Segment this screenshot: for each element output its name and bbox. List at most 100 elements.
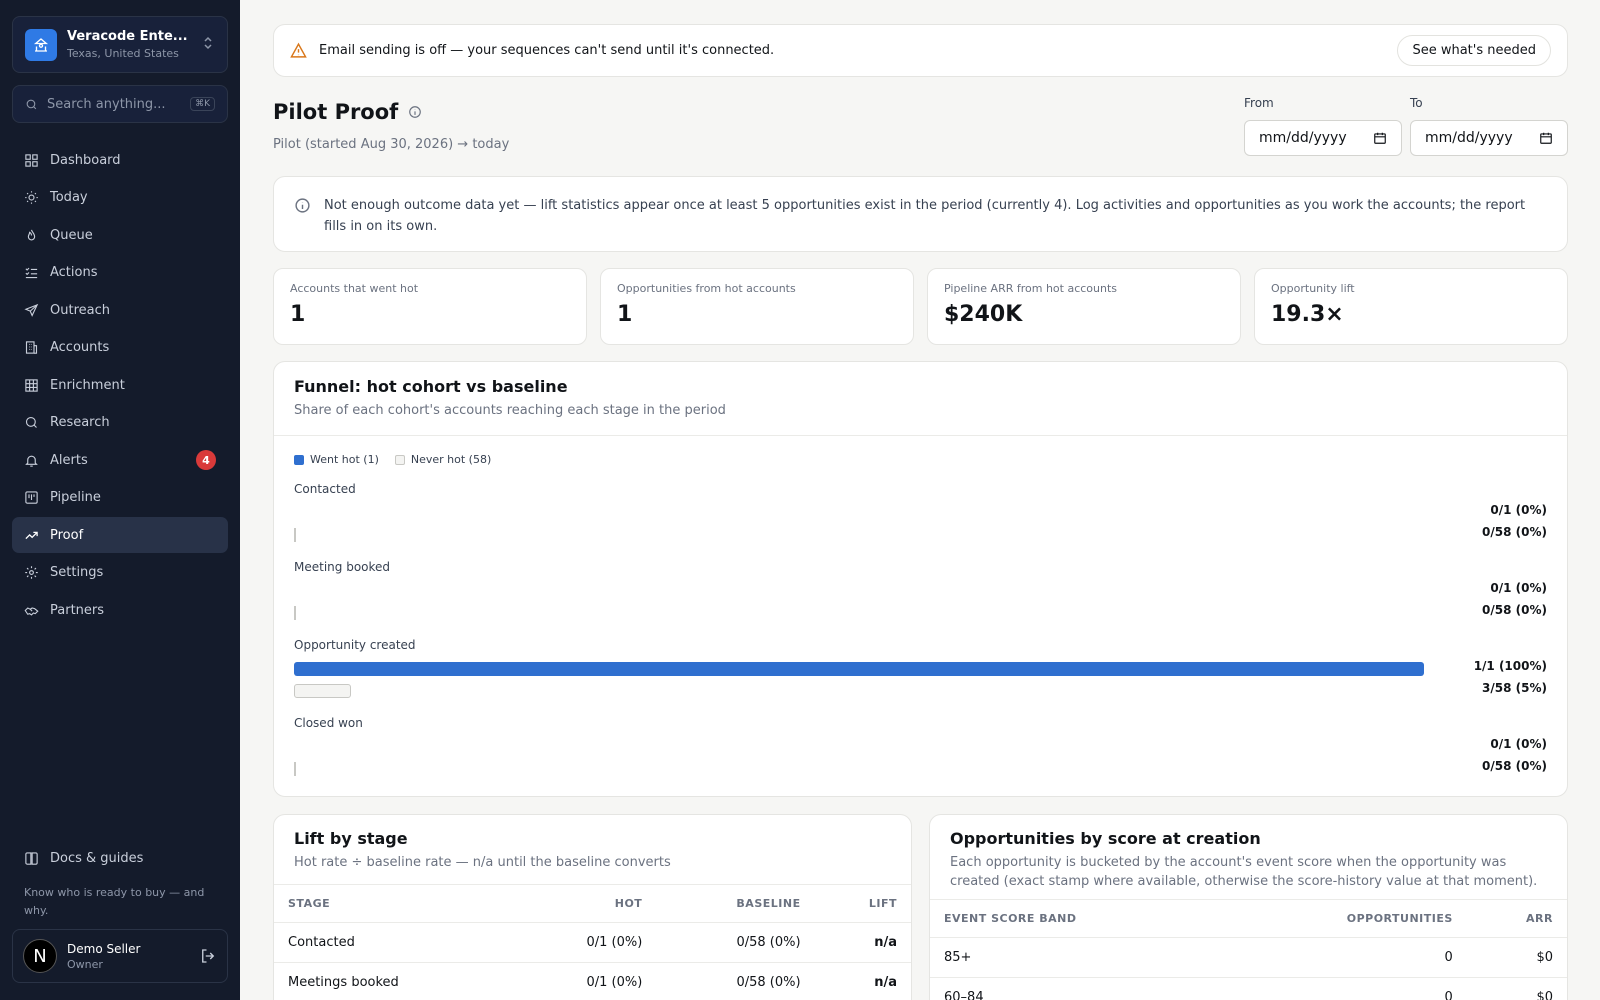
sidebar-item-outreach[interactable]: Outreach (12, 292, 228, 328)
search-placeholder: Search anything... (47, 96, 166, 112)
table-row: 60–84 0 $0 (930, 977, 1567, 1000)
funnel-bar-baseline-track (294, 528, 1424, 542)
info-icon (295, 198, 310, 213)
kpi-label: Opportunity lift (1271, 282, 1355, 295)
kanban-icon (25, 491, 38, 504)
from-label: From (1244, 96, 1274, 110)
table-cell: 60–84 (930, 977, 1223, 1000)
from-date-value: mm/dd/yyyy (1259, 130, 1347, 146)
column-header: STAGE (274, 885, 513, 923)
table-row: 85+ 0 $0 (930, 937, 1567, 978)
kpi-value: 19.3× (1271, 302, 1344, 327)
sidebar-item-queue[interactable]: Queue (12, 217, 228, 253)
column-header: EVENT SCORE BAND (930, 900, 1223, 938)
calendar-icon[interactable] (1373, 131, 1387, 145)
sidebar-item-label: Accounts (50, 340, 110, 355)
score-table: EVENT SCORE BAND OPPORTUNITIES ARR 85+ 0… (930, 900, 1567, 1000)
sidebar-item-accounts[interactable]: Accounts (12, 330, 228, 366)
kpi-card-opportunity-lift: Opportunity lift 19.3× (1254, 268, 1568, 345)
kpi-value: 1 (617, 302, 633, 327)
legend-baseline: Never hot (58) (394, 453, 492, 466)
sidebar-item-label: Pipeline (50, 490, 101, 505)
sidebar-item-label: Enrichment (50, 377, 125, 393)
funnel-hot-value: 0/1 (0%) (1490, 737, 1547, 751)
alerts-count-badge: 4 (196, 450, 216, 470)
search-input[interactable]: Search anything... ⌘K (12, 85, 228, 123)
sidebar-item-label: Proof (50, 527, 84, 543)
docs-guides-label: Docs & guides (50, 850, 144, 866)
lift-table: STAGE HOT BASELINE LIFT Contacted 0/1 (0… (274, 885, 911, 1000)
logout-icon[interactable] (199, 947, 217, 965)
table-cell: n/a (814, 962, 911, 1000)
info-icon[interactable] (408, 105, 422, 119)
org-location: Texas, United States (67, 47, 179, 60)
sidebar-item-proof[interactable]: Proof (12, 517, 228, 553)
user-role: Owner (67, 957, 103, 971)
sidebar-item-label: Queue (50, 227, 93, 243)
column-header: OPPORTUNITIES (1222, 900, 1467, 938)
kpi-card-accounts-hot: Accounts that went hot 1 (273, 268, 587, 345)
table-row: Contacted 0/1 (0%) 0/58 (0%) n/a (274, 922, 911, 963)
table-cell: 0/58 (0%) (656, 962, 815, 1000)
to-date-value: mm/dd/yyyy (1425, 130, 1513, 146)
funnel-bar-baseline-track (294, 606, 1424, 620)
to-date-input[interactable]: mm/dd/yyyy (1410, 120, 1568, 156)
page-subtitle: Pilot (started Aug 30, 2026) → today (273, 137, 510, 152)
sidebar-item-label: Partners (50, 602, 105, 618)
calendar-icon[interactable] (1539, 131, 1553, 145)
app-tagline: Know who is ready to buy — and why. (24, 886, 205, 917)
table-cell: Contacted (274, 922, 513, 963)
funnel-bar-hot-track (294, 584, 1424, 598)
sidebar-item-partners[interactable]: Partners (12, 592, 228, 628)
funnel-baseline-value: 0/58 (0%) (1482, 603, 1547, 617)
sidebar-item-enrichment[interactable]: Enrichment (12, 367, 228, 403)
email-warning-banner: Email sending is off — your sequences ca… (273, 24, 1568, 77)
sidebar-item-actions[interactable]: Actions (12, 255, 228, 291)
search-icon (25, 416, 37, 428)
org-name: Veracode Ente... (67, 29, 188, 44)
flame-icon (27, 229, 36, 240)
sidebar-item-dashboard[interactable]: Dashboard (12, 142, 228, 178)
funnel-hot-value: 0/1 (0%) (1490, 581, 1547, 595)
funnel-baseline-value: 0/58 (0%) (1482, 759, 1547, 773)
sidebar-item-research[interactable]: Research (12, 405, 228, 441)
see-whats-needed-button[interactable]: See what's needed (1397, 35, 1551, 66)
sidebar-item-alerts[interactable]: Alerts 4 (12, 442, 228, 478)
gear-icon (25, 566, 38, 579)
table-row: Meetings booked 0/1 (0%) 0/58 (0%) n/a (274, 962, 911, 1000)
user-card[interactable]: N Demo Seller Owner (12, 929, 228, 983)
funnel-bar-baseline (294, 684, 351, 698)
funnel-legend: Went hot (1) Never hot (58) (294, 453, 507, 466)
funnel-baseline-value: 3/58 (5%) (1482, 681, 1547, 695)
from-date-input[interactable]: mm/dd/yyyy (1244, 120, 1402, 156)
docs-guides-link[interactable]: Docs & guides (12, 840, 228, 876)
funnel-bar-baseline-zero (294, 606, 296, 620)
funnel-bar-hot (294, 662, 1424, 676)
grid-icon (25, 378, 38, 392)
sidebar-nav: Dashboard Today Queue Actions Outreach A… (12, 142, 228, 630)
table-cell: 0 (1222, 937, 1467, 978)
kpi-label: Opportunities from hot accounts (617, 282, 796, 295)
sidebar-item-label: Dashboard (50, 152, 121, 168)
table-header-row: EVENT SCORE BAND OPPORTUNITIES ARR (930, 900, 1567, 938)
kpi-card-pipeline-arr: Pipeline ARR from hot accounts $240K (927, 268, 1241, 345)
dashboard-icon (25, 153, 38, 167)
trending-up-icon (25, 531, 38, 539)
table-cell: 0/1 (0%) (512, 922, 657, 963)
banner-text: Email sending is off — your sequences ca… (319, 43, 775, 58)
sidebar-item-settings[interactable]: Settings (12, 555, 228, 591)
legend-swatch-hot (294, 454, 304, 465)
lift-subtitle: Hot rate ÷ baseline rate — n/a until the… (294, 855, 671, 870)
sidebar-item-pipeline[interactable]: Pipeline (12, 480, 228, 516)
org-switcher[interactable]: Veracode Ente... Texas, United States (12, 16, 228, 73)
building-icon (25, 341, 38, 354)
opportunities-by-score-card: Opportunities by score at creation Each … (929, 814, 1568, 1000)
search-shortcut: ⌘K (190, 97, 215, 111)
table-cell: 0/1 (0%) (512, 962, 657, 1000)
sidebar-item-label: Actions (50, 265, 98, 280)
notice-text: Not enough outcome data yet — lift stati… (324, 198, 1526, 234)
book-icon (25, 851, 38, 865)
funnel-hot-value: 1/1 (100%) (1473, 659, 1547, 673)
sidebar-item-today[interactable]: Today (12, 180, 228, 216)
legend-baseline-label: Never hot (58) (410, 453, 492, 466)
